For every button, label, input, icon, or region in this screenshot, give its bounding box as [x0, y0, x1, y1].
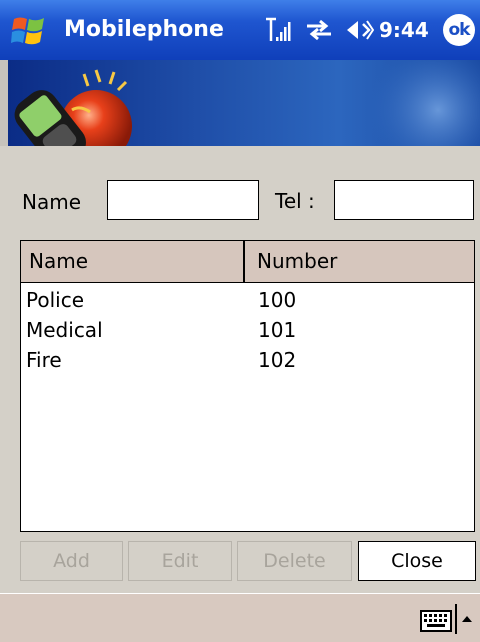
name-input[interactable] [107, 180, 259, 220]
cell-name: Medical [26, 318, 103, 342]
ok-button[interactable]: ok [443, 14, 475, 46]
name-label: Name [22, 190, 82, 214]
cell-name: Fire [26, 348, 62, 372]
sync-connection-icon[interactable] [303, 18, 335, 42]
column-header-name[interactable]: Name [21, 241, 245, 282]
app-banner [8, 60, 480, 146]
sip-arrow-up-icon[interactable] [461, 614, 473, 624]
contacts-list[interactable]: Name Number Police 100 Medical 101 Fire … [20, 240, 475, 532]
volume-icon[interactable] [344, 18, 374, 42]
list-header: Name Number [21, 241, 474, 283]
signal-strength-icon[interactable] [265, 17, 295, 43]
add-button[interactable]: Add [20, 541, 123, 581]
edit-button[interactable]: Edit [128, 541, 232, 581]
tel-input[interactable] [334, 180, 474, 220]
cell-name: Police [26, 288, 84, 312]
column-header-number[interactable]: Number [247, 241, 474, 282]
cell-number: 101 [258, 318, 297, 342]
close-button[interactable]: Close [358, 541, 476, 581]
banner-art [14, 60, 480, 146]
list-item[interactable]: Fire 102 [21, 345, 474, 375]
keyboard-icon[interactable] [420, 610, 452, 632]
delete-button[interactable]: Delete [237, 541, 352, 581]
title-bar: Mobilephone 9:44 ok [0, 0, 480, 60]
cell-number: 102 [258, 348, 297, 372]
menu-bar [0, 593, 480, 642]
cell-number: 100 [258, 288, 297, 312]
list-item[interactable]: Medical 101 [21, 315, 474, 345]
banner-edge [0, 60, 8, 146]
list-item[interactable]: Police 100 [21, 285, 474, 315]
clock[interactable]: 9:44 [379, 15, 429, 45]
list-rows: Police 100 Medical 101 Fire 102 [21, 285, 474, 375]
tel-label: Tel : [275, 189, 315, 213]
menu-divider [455, 604, 457, 634]
windows-start-icon[interactable] [11, 14, 47, 48]
app-title: Mobilephone [64, 17, 224, 42]
